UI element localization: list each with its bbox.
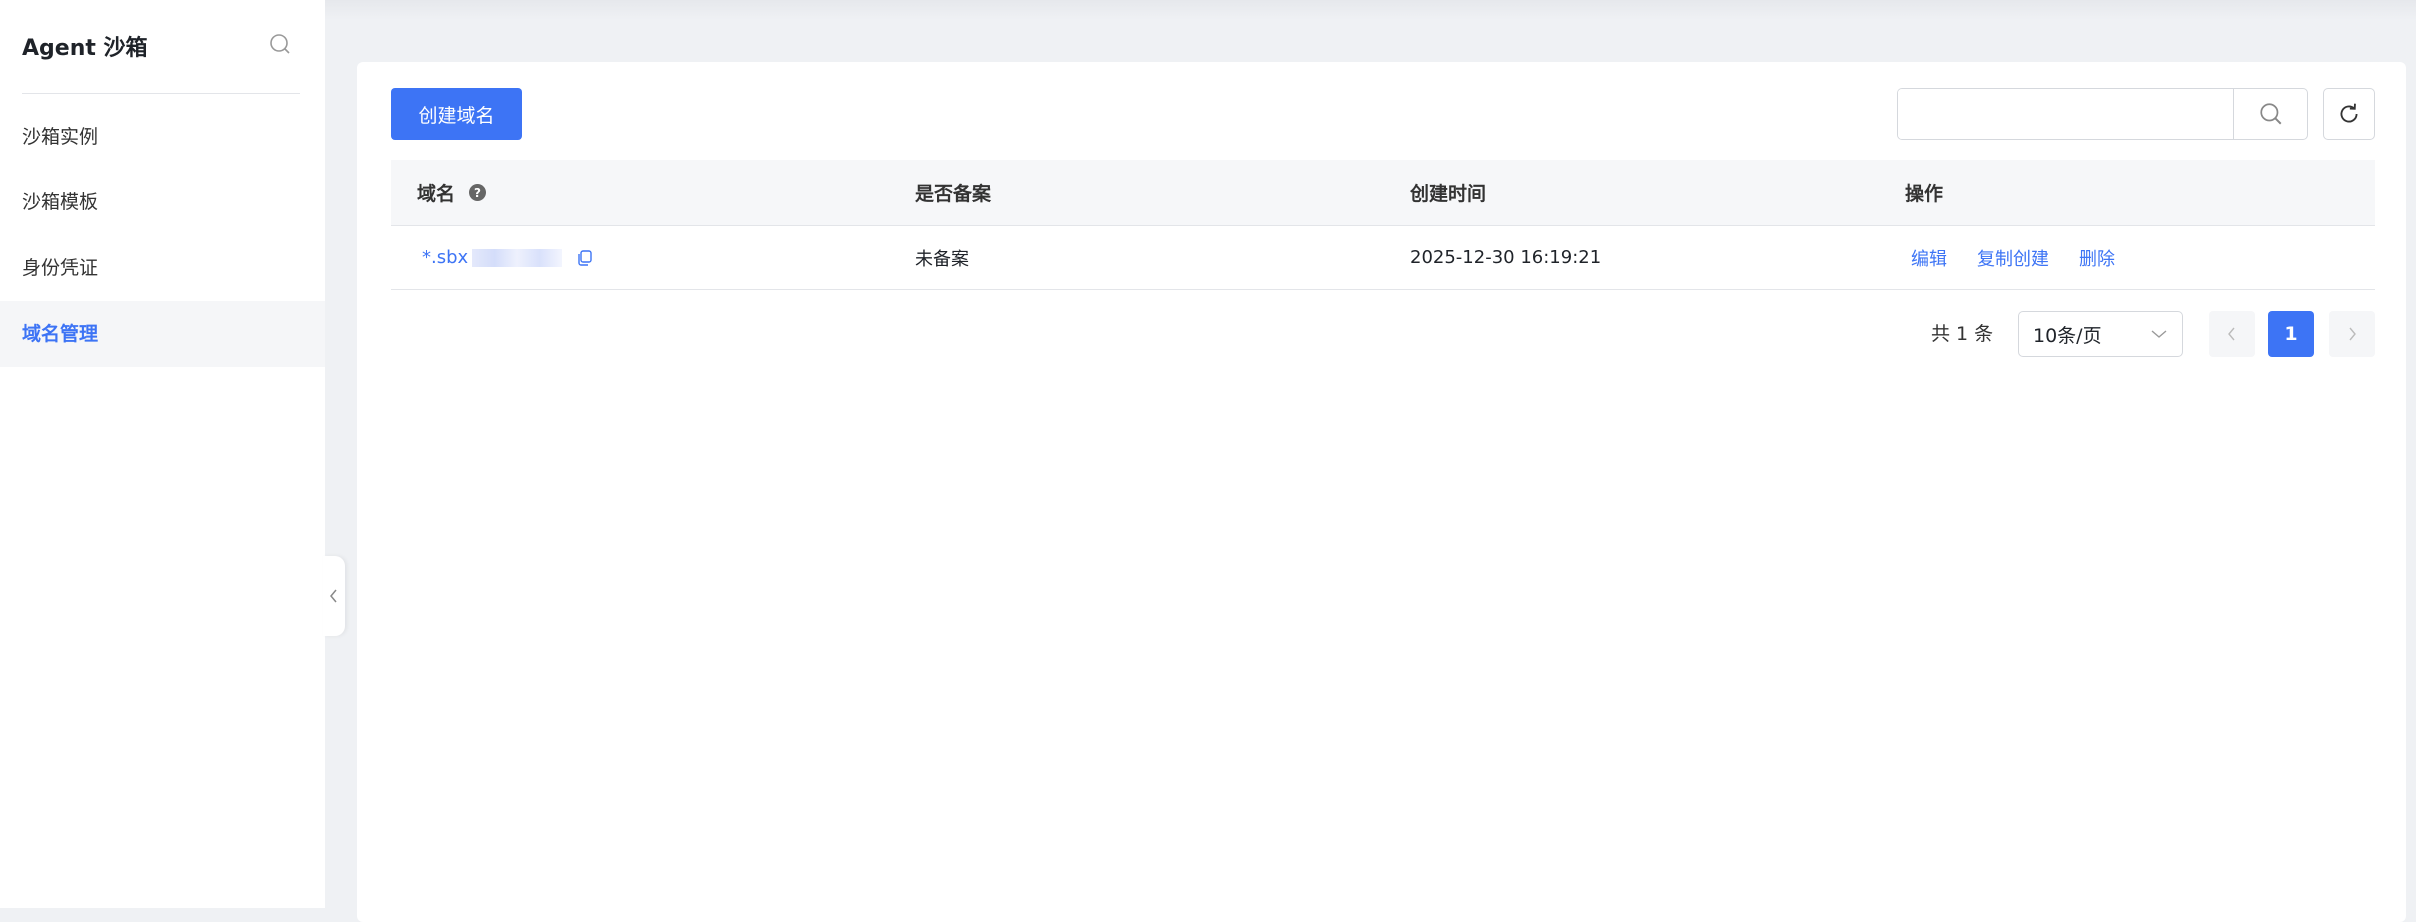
domain-cell: *.sbx <box>422 226 594 289</box>
redacted-domain <box>472 248 563 267</box>
search-input[interactable] <box>1898 89 2233 139</box>
column-header-domain: 域名? <box>417 160 487 225</box>
column-label: 域名 <box>417 183 456 205</box>
edit-link[interactable]: 编辑 <box>1911 245 1947 271</box>
help-icon[interactable]: ? <box>469 184 487 201</box>
table-row: *.sbx 未备案 2025-12-30 16:19:21 编辑 复制创建 删除 <box>391 226 2375 290</box>
delete-link[interactable]: 删除 <box>2079 245 2115 271</box>
prev-page-button[interactable] <box>2209 311 2255 357</box>
sidebar-item-sandbox-instances[interactable]: 沙箱实例 <box>0 104 325 170</box>
copy-create-link[interactable]: 复制创建 <box>1977 245 2049 271</box>
column-header-created: 创建时间 <box>1410 183 1487 205</box>
sidebar-item-credentials[interactable]: 身份凭证 <box>0 235 325 301</box>
next-page-button[interactable] <box>2329 311 2375 357</box>
main-card: 创建域名 域名? 是否备案 创建时间 操作 *.sbx 未备案 2025-12-… <box>357 62 2406 922</box>
sidebar-title: Agent 沙箱 <box>22 36 148 61</box>
column-header-actions: 操作 <box>1905 183 1944 205</box>
chevron-left-icon <box>330 589 337 603</box>
create-domain-button[interactable]: 创建域名 <box>391 88 522 140</box>
refresh-button[interactable] <box>2323 88 2375 140</box>
sidebar-item-domain-management[interactable]: 域名管理 <box>0 301 325 367</box>
sidebar-divider <box>22 93 300 94</box>
domain-link[interactable]: *.sbx <box>422 247 468 268</box>
sidebar-item-sandbox-templates[interactable]: 沙箱模板 <box>0 169 325 235</box>
page-size-value: 10条/页 <box>2033 324 2102 347</box>
page-1-button[interactable]: 1 <box>2268 311 2314 357</box>
filing-status: 未备案 <box>915 248 969 270</box>
copy-icon[interactable] <box>576 249 594 267</box>
chevron-left-icon <box>2228 327 2235 341</box>
sidebar-collapse-button[interactable] <box>323 556 345 636</box>
top-bar <box>0 0 2416 20</box>
chevron-right-icon <box>2349 327 2356 341</box>
total-count: 共 1 条 <box>1931 323 1994 345</box>
search-button[interactable] <box>2233 89 2307 139</box>
actions-cell: 编辑 复制创建 删除 <box>1911 226 2115 289</box>
page-size-select[interactable]: 10条/页 <box>2018 311 2183 357</box>
created-time: 2025-12-30 16:19:21 <box>1410 247 1602 268</box>
search-icon <box>2259 103 2281 125</box>
sidebar: Agent 沙箱 沙箱实例 沙箱模板 身份凭证 域名管理 <box>0 0 325 908</box>
column-header-filing: 是否备案 <box>915 183 992 205</box>
search-icon[interactable] <box>268 32 292 56</box>
chevron-down-icon <box>2151 330 2167 338</box>
refresh-icon <box>2340 103 2358 123</box>
search-box <box>1897 88 2308 140</box>
table-header: 域名? 是否备案 创建时间 操作 <box>391 160 2375 226</box>
